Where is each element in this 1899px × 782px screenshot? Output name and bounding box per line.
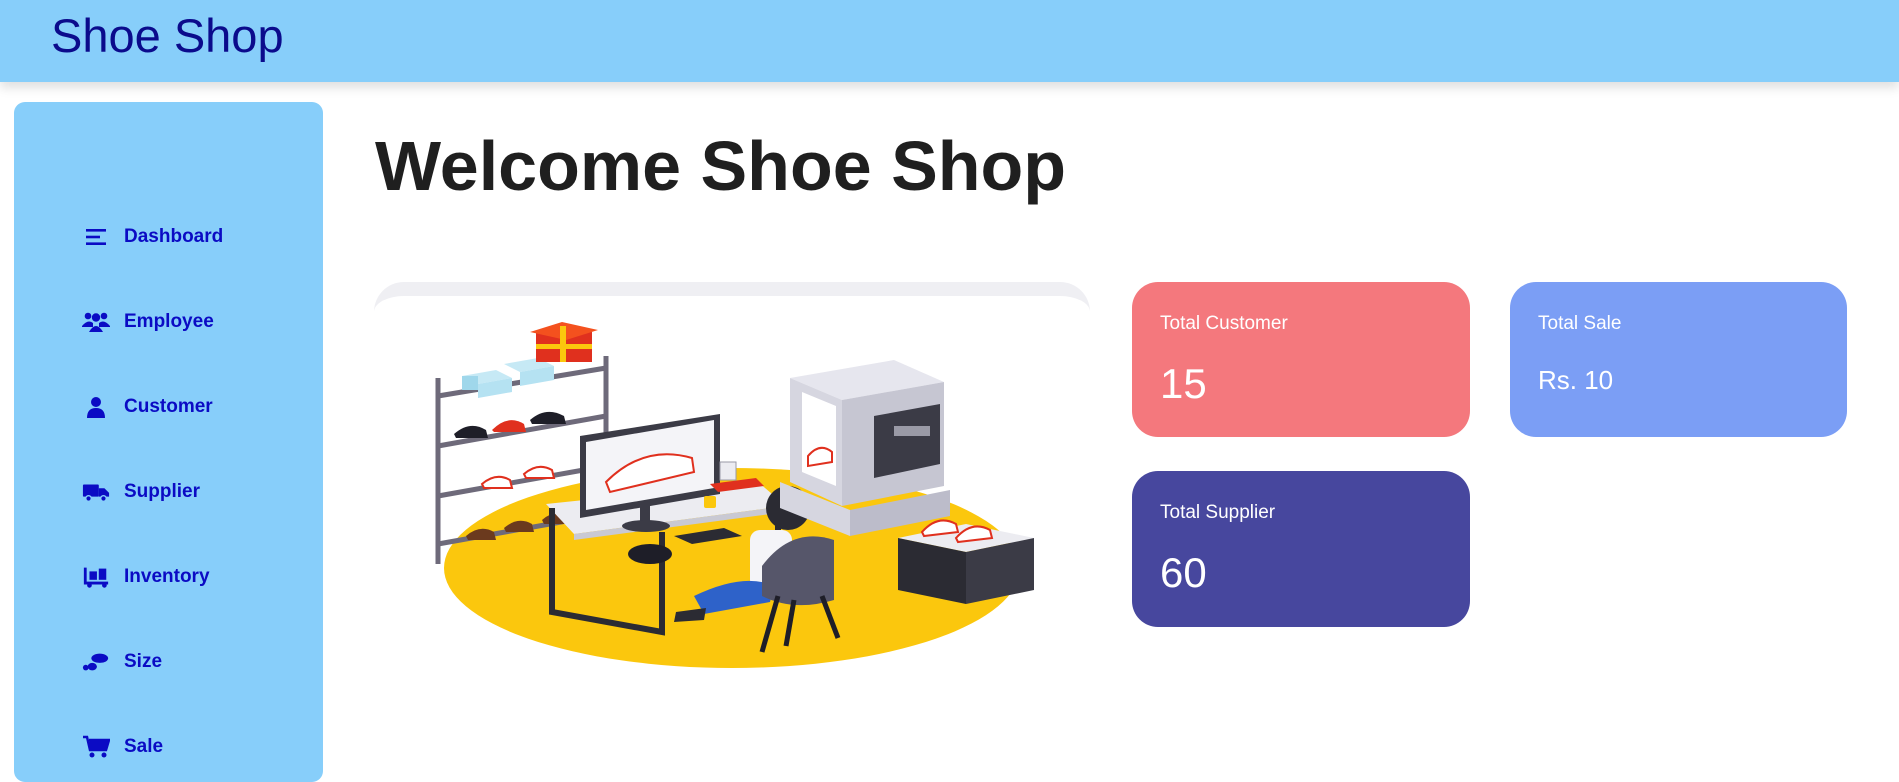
page-title: Welcome Shoe Shop — [375, 127, 1067, 205]
brand-title[interactable]: Shoe Shop — [51, 8, 284, 64]
total-supplier-title: Total Supplier — [1160, 502, 1276, 523]
sidebar-item-customer[interactable]: Customer — [82, 387, 213, 427]
user-icon — [82, 395, 110, 419]
total-customer-card[interactable]: Total Customer 15 — [1132, 282, 1470, 437]
sidebar-item-label: Size — [124, 651, 163, 672]
sidebar-item-label: Sale — [124, 736, 164, 757]
sidebar-item-label: Inventory — [124, 566, 210, 587]
sidebar-item-sale[interactable]: Sale — [82, 727, 163, 767]
sidebar-item-label: Employee — [124, 311, 214, 332]
cart-icon — [82, 735, 110, 759]
total-customer-value: 15 — [1160, 360, 1207, 407]
top-bar: Shoe Shop — [0, 0, 1899, 82]
total-supplier-card[interactable]: Total Supplier 60 — [1132, 471, 1470, 627]
sidebar-item-label: Customer — [124, 396, 213, 417]
dolly-icon — [82, 565, 110, 589]
total-sale-value: Rs. 10 — [1538, 365, 1614, 395]
sidebar-item-label: Dashboard — [124, 226, 224, 247]
total-sale-title: Total Sale — [1538, 313, 1622, 334]
shoe-shop-illustration — [374, 282, 1090, 682]
footprint-icon — [82, 650, 110, 674]
sidebar-item-size[interactable]: Size — [82, 642, 162, 682]
sidebar-item-supplier[interactable]: Supplier — [82, 472, 200, 512]
users-icon — [82, 310, 110, 334]
sidebar: Dashboard Employee Customer Supplier Inv… — [14, 102, 323, 782]
total-supplier-value: 60 — [1160, 549, 1207, 596]
sidebar-item-employee[interactable]: Employee — [82, 302, 214, 342]
list-icon — [82, 225, 110, 249]
total-sale-card[interactable]: Total Sale Rs. 10 — [1510, 282, 1847, 437]
total-customer-title: Total Customer — [1160, 313, 1288, 334]
sidebar-item-dashboard[interactable]: Dashboard — [82, 217, 223, 257]
shoe-designer-illustration — [435, 322, 1034, 668]
sidebar-item-inventory[interactable]: Inventory — [82, 557, 210, 597]
truck-icon — [82, 480, 110, 504]
sidebar-item-label: Supplier — [124, 481, 201, 502]
